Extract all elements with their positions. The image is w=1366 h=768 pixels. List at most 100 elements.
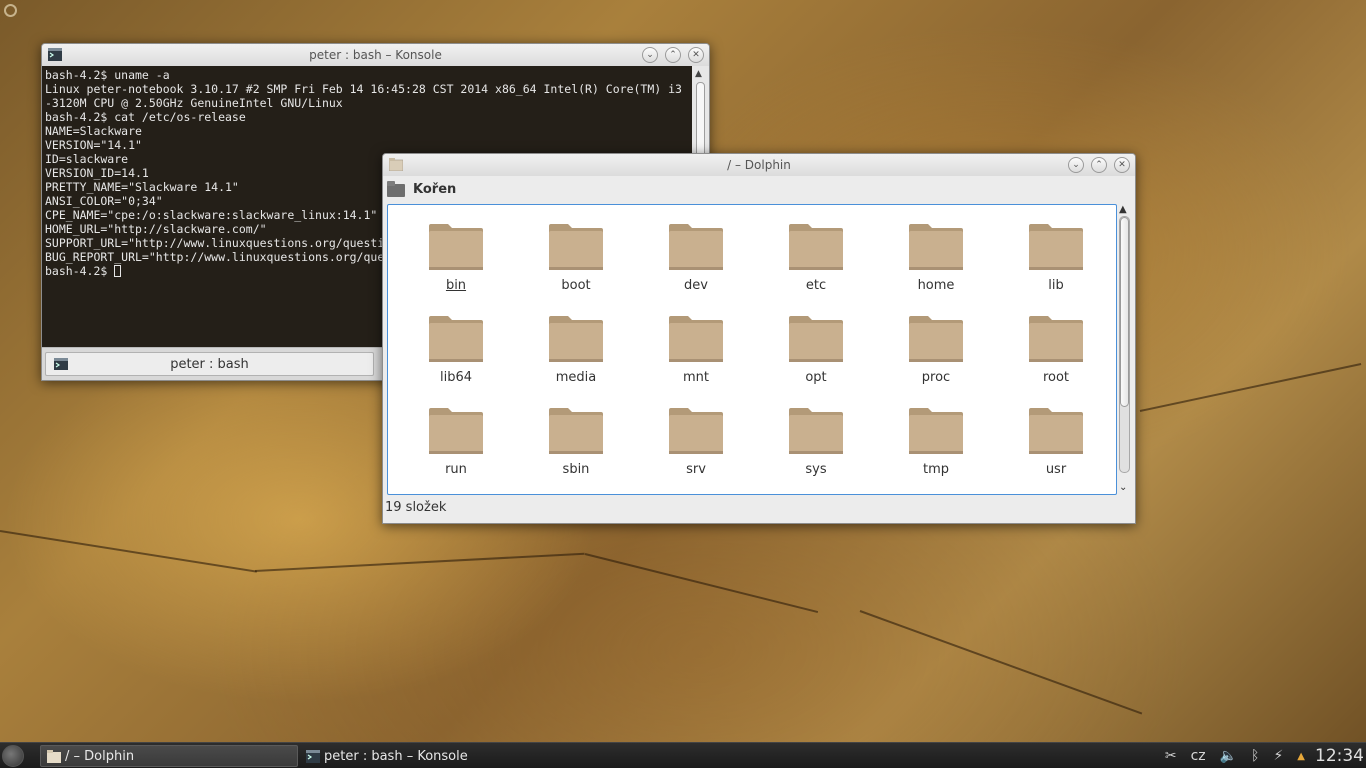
clock[interactable]: 12:34 bbox=[1315, 746, 1364, 766]
folder-icon bbox=[429, 316, 483, 362]
folder-label: opt bbox=[805, 370, 827, 385]
folder-icon bbox=[429, 224, 483, 270]
scroll-up-icon[interactable]: ▲ bbox=[1119, 204, 1127, 215]
dolphin-close-button[interactable]: ✕ bbox=[1114, 157, 1130, 173]
folder-label: dev bbox=[684, 278, 708, 293]
konsole-tab[interactable]: peter : bash bbox=[45, 352, 374, 376]
terminal-line: NAME=Slackware bbox=[45, 124, 142, 138]
file-view-scrollbar[interactable]: ▲ ⌄ bbox=[1117, 204, 1132, 495]
folder-icon bbox=[387, 181, 405, 197]
terminal-line: Linux peter-notebook 3.10.17 #2 SMP Fri … bbox=[45, 82, 682, 96]
folder-label: root bbox=[1042, 370, 1070, 385]
scroll-down-icon[interactable]: ⌄ bbox=[1119, 482, 1127, 493]
folder-label: boot bbox=[561, 278, 591, 293]
scrollbar-thumb[interactable] bbox=[1120, 217, 1129, 407]
folder-item[interactable]: run bbox=[396, 389, 516, 481]
folder-label: usr bbox=[1045, 462, 1067, 477]
dolphin-minimize-button[interactable]: ⌄ bbox=[1068, 157, 1084, 173]
folder-item[interactable]: bin bbox=[396, 205, 516, 297]
folder-label: lib bbox=[1048, 278, 1064, 293]
folder-icon bbox=[47, 749, 61, 763]
terminal-line: -3120M CPU @ 2.50GHz GenuineIntel GNU/Li… bbox=[45, 96, 343, 110]
folder-icon bbox=[789, 316, 843, 362]
folder-item[interactable]: sys bbox=[756, 389, 876, 481]
folder-item[interactable]: home bbox=[876, 205, 996, 297]
folder-label: lib64 bbox=[439, 370, 473, 385]
folder-item[interactable]: lib64 bbox=[396, 297, 516, 389]
file-view[interactable]: bin boot dev etc home lib lib64 media mnt opt proc… bbox=[387, 204, 1117, 495]
volume-icon[interactable]: 🔈 bbox=[1220, 748, 1237, 764]
folder-icon bbox=[1029, 408, 1083, 454]
taskbar-task-dolphin[interactable]: / – Dolphin bbox=[40, 745, 298, 767]
folder-item[interactable]: sbin bbox=[516, 389, 636, 481]
taskbar-task-konsole[interactable]: peter : bash – Konsole bbox=[300, 745, 556, 767]
konsole-minimize-button[interactable]: ⌄ bbox=[642, 47, 658, 63]
folder-item[interactable]: srv bbox=[636, 389, 756, 481]
folder-label: etc bbox=[805, 278, 827, 293]
folder-label: srv bbox=[686, 462, 706, 477]
folder-icon bbox=[909, 408, 963, 454]
status-bar-text: 19 složek bbox=[385, 500, 447, 515]
taskbar-task-label: peter : bash – Konsole bbox=[324, 748, 468, 764]
network-tools-icon[interactable]: ✂ bbox=[1165, 748, 1177, 764]
folder-label: home bbox=[917, 278, 955, 293]
folder-item[interactable]: root bbox=[996, 297, 1116, 389]
folder-label: sys bbox=[805, 462, 827, 477]
folder-label: run bbox=[445, 462, 467, 477]
terminal-line: bash-4.2$ uname -a bbox=[45, 68, 170, 82]
desktop-toolbox-icon[interactable] bbox=[4, 4, 17, 17]
folder-item[interactable]: proc bbox=[876, 297, 996, 389]
taskbar: / – Dolphin peter : bash – Konsole ✂ cz … bbox=[0, 742, 1366, 768]
terminal-line: bash-4.2$ cat /etc/os-release bbox=[45, 110, 246, 124]
folder-icon bbox=[1029, 316, 1083, 362]
scrollbar-track[interactable] bbox=[1119, 216, 1130, 473]
folder-item[interactable]: media bbox=[516, 297, 636, 389]
folder-icon bbox=[669, 408, 723, 454]
konsole-tab-label: peter : bash bbox=[170, 356, 249, 372]
keyboard-layout-indicator[interactable]: cz bbox=[1191, 748, 1206, 764]
folder-item[interactable]: opt bbox=[756, 297, 876, 389]
location-bar[interactable]: Kořen bbox=[383, 176, 1135, 202]
dolphin-title: / – Dolphin bbox=[727, 158, 791, 172]
folder-icon bbox=[669, 316, 723, 362]
taskbar-task-label: / – Dolphin bbox=[65, 748, 135, 764]
terminal-cursor bbox=[114, 265, 122, 277]
konsole-close-button[interactable]: ✕ bbox=[688, 47, 704, 63]
folder-label: tmp bbox=[922, 462, 949, 477]
folder-item[interactable]: etc bbox=[756, 205, 876, 297]
konsole-maximize-button[interactable]: ⌃ bbox=[665, 47, 681, 63]
network-disconnected-icon[interactable]: ⚡ bbox=[1273, 748, 1283, 764]
folder-label: proc bbox=[921, 370, 951, 385]
location-label: Kořen bbox=[413, 181, 457, 197]
tray-expand-icon[interactable]: ▲ bbox=[1297, 751, 1305, 762]
konsole-titlebar[interactable]: peter : bash – Konsole ⌄ ⌃ ✕ bbox=[42, 44, 709, 66]
folder-item[interactable]: lib bbox=[996, 205, 1116, 297]
dolphin-titlebar[interactable]: / – Dolphin ⌄ ⌃ ✕ bbox=[383, 154, 1135, 176]
folder-label: mnt bbox=[683, 370, 709, 385]
folder-item[interactable]: dev bbox=[636, 205, 756, 297]
folder-icon bbox=[909, 316, 963, 362]
folder-item[interactable]: usr bbox=[996, 389, 1116, 481]
konsole-title: peter : bash – Konsole bbox=[309, 48, 442, 62]
application-launcher-icon[interactable] bbox=[2, 745, 24, 767]
terminal-line: VERSION="14.1" bbox=[45, 138, 142, 152]
bluetooth-icon[interactable]: ᛒ bbox=[1251, 748, 1259, 764]
folder-label: media bbox=[555, 370, 597, 385]
folder-grid: bin boot dev etc home lib lib64 media mnt opt proc… bbox=[396, 205, 1108, 481]
folder-item[interactable]: mnt bbox=[636, 297, 756, 389]
folder-icon bbox=[549, 408, 603, 454]
dolphin-window[interactable]: / – Dolphin ⌄ ⌃ ✕ Kořen bin boot dev etc hom… bbox=[382, 153, 1136, 524]
folder-icon bbox=[909, 224, 963, 270]
folder-item[interactable]: tmp bbox=[876, 389, 996, 481]
dolphin-maximize-button[interactable]: ⌃ bbox=[1091, 157, 1107, 173]
terminal-icon bbox=[306, 749, 320, 763]
terminal-prompt: bash-4.2$ bbox=[45, 264, 115, 278]
folder-icon bbox=[669, 224, 723, 270]
scroll-up-icon[interactable]: ▲ bbox=[695, 69, 702, 79]
folder-label: sbin bbox=[562, 462, 590, 477]
folder-item[interactable]: boot bbox=[516, 205, 636, 297]
system-tray: ✂ cz 🔈 ᛒ ⚡ ▲ 12:34 bbox=[1165, 743, 1366, 768]
folder-icon bbox=[549, 224, 603, 270]
folder-icon bbox=[429, 408, 483, 454]
folder-icon bbox=[789, 408, 843, 454]
